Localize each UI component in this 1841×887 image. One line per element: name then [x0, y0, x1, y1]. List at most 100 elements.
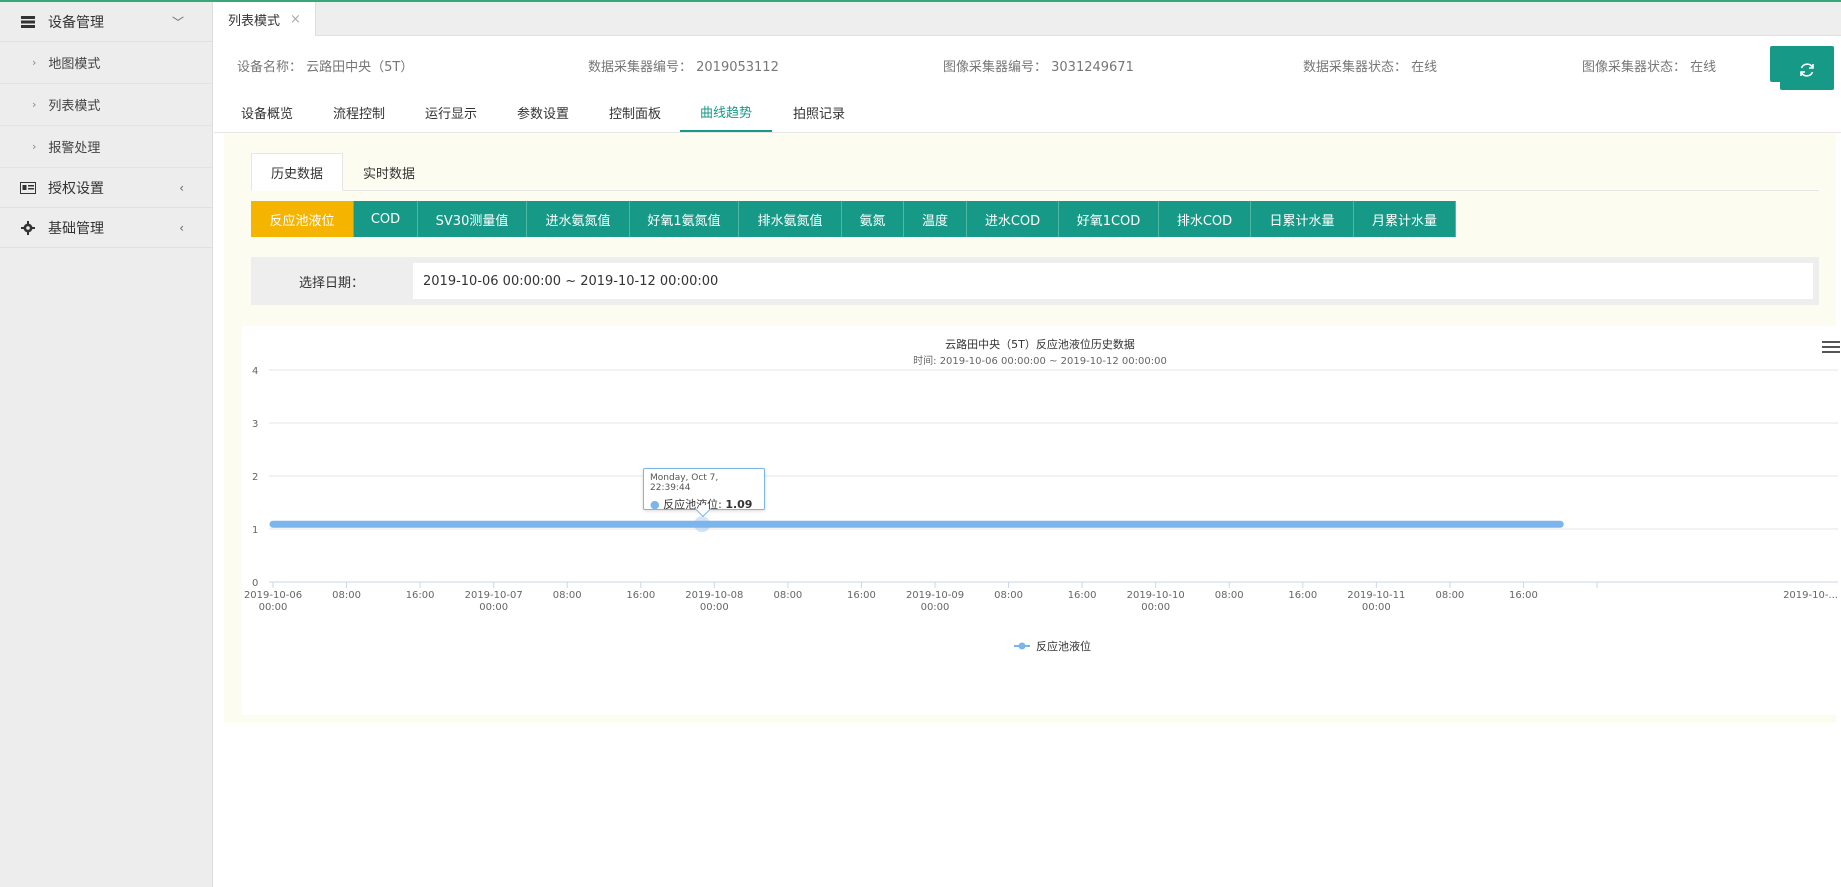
- metric-inlet-cod[interactable]: 进水COD: [967, 201, 1059, 237]
- sidebar: 设备管理 ﹀ › 地图模式 › 列表模式 › 报警处理 授权设置 ‹ 基础管理 …: [0, 2, 213, 887]
- tab-process-control[interactable]: 流程控制: [320, 92, 398, 132]
- metric-sv30[interactable]: SV30测量值: [418, 201, 527, 237]
- close-icon[interactable]: ×: [290, 12, 301, 27]
- sidebar-item-alarm-handling[interactable]: › 报警处理: [0, 126, 212, 168]
- tooltip-time: Monday, Oct 7, 22:39:44: [650, 473, 719, 494]
- sidebar-group-label: 基础管理: [48, 220, 104, 237]
- trend-chart: 云路田中央（5T）反应池液位历史数据 时间: 2019-10-06 00:00:0…: [242, 326, 1840, 715]
- x-tick-label: 16:00: [1288, 590, 1317, 601]
- date-range-input[interactable]: 2019-10-06 00:00:00 ~ 2019-10-12 00:00:0…: [413, 263, 1813, 299]
- device-info-bar: 设备名称： 云路田中央（5T） 数据采集器编号： 2019053112 图像采集…: [214, 36, 1841, 92]
- x-tick-label: 16:00: [1509, 590, 1538, 601]
- metric-monthly-water[interactable]: 月累计水量: [1354, 201, 1456, 237]
- image-collector-id: 图像采集器编号： 3031249671: [943, 60, 1134, 75]
- x-tick-label: 2019-10-11: [1347, 590, 1405, 601]
- subtab-history-data[interactable]: 历史数据: [251, 153, 343, 191]
- sidebar-item-label: 列表模式: [48, 99, 101, 114]
- tab-curve-trend[interactable]: 曲线趋势: [680, 92, 772, 132]
- page-tab-strip: 列表模式 ×: [214, 2, 1841, 36]
- x-tick-label: 08:00: [1435, 590, 1464, 601]
- metric-cod[interactable]: COD: [354, 201, 418, 237]
- metric-inlet-ammonia[interactable]: 进水氨氮值: [527, 201, 630, 237]
- legend-label: 反应池液位: [1036, 639, 1091, 653]
- y-tick-label: 0: [252, 578, 258, 589]
- tab-photo-records[interactable]: 拍照记录: [780, 92, 858, 132]
- series-dot-icon: ●: [650, 498, 660, 512]
- sidebar-item-list-mode[interactable]: › 列表模式: [0, 84, 212, 126]
- highlighted-point: [694, 516, 711, 533]
- refresh-icon: [1798, 61, 1816, 83]
- metric-aerobic1-ammonia[interactable]: 好氧1氨氮值: [630, 201, 739, 237]
- metric-reactor-level[interactable]: 反应池液位: [251, 201, 354, 237]
- data-collector-id: 数据采集器编号： 2019053112: [588, 60, 779, 75]
- tab-overview[interactable]: 设备概览: [228, 92, 306, 132]
- tab-running-display[interactable]: 运行显示: [412, 92, 490, 132]
- x-tick-label: 00:00: [700, 602, 729, 613]
- device-name: 设备名称： 云路田中央（5T）: [237, 60, 414, 75]
- y-tick-label: 4: [252, 366, 258, 377]
- x-tick-label: 08:00: [332, 590, 361, 601]
- sidebar-group-basic-management[interactable]: 基础管理 ‹: [0, 208, 212, 248]
- chart-tooltip: Monday, Oct 7, 22:39:44 ● 反应池液位: 1.09: [643, 468, 765, 518]
- x-tick-label: 2019-10-...: [1783, 590, 1838, 601]
- main-content: 列表模式 × 设备名称： 云路田中央（5T） 数据采集器编号： 20190531…: [214, 2, 1841, 887]
- data-collector-status: 数据采集器状态： 在线: [1303, 60, 1438, 75]
- sidebar-group-device-management[interactable]: 设备管理 ﹀: [0, 2, 212, 42]
- data-subtabs: 历史数据 实时数据: [251, 153, 1819, 191]
- chevron-right-icon: ›: [32, 98, 37, 111]
- sidebar-group-authorization[interactable]: 授权设置 ‹: [0, 168, 212, 208]
- x-tick-label: 00:00: [1362, 602, 1391, 613]
- x-tick-label: 00:00: [259, 602, 288, 613]
- x-tick-label: 16:00: [1068, 590, 1097, 601]
- metric-temperature[interactable]: 温度: [904, 201, 967, 237]
- x-tick-label: 16:00: [406, 590, 435, 601]
- x-tick-label: 2019-10-10: [1127, 590, 1185, 601]
- x-tick-label: 00:00: [479, 602, 508, 613]
- id-card-icon: [20, 181, 36, 195]
- chart-svg: 云路田中央（5T）反应池液位历史数据时间: 2019-10-06 00:00:0…: [244, 337, 1838, 653]
- page-tab-list-mode[interactable]: 列表模式 ×: [214, 2, 316, 36]
- metric-aerobic1-cod[interactable]: 好氧1COD: [1059, 201, 1159, 237]
- x-tick-label: 2019-10-08: [685, 590, 743, 601]
- metric-selector: 反应池液位 COD SV30测量值 进水氨氮值 好氧1氨氮值 排水氨氮值 氨氮 …: [251, 201, 1456, 237]
- metric-daily-water[interactable]: 日累计水量: [1251, 201, 1354, 237]
- server-icon: [20, 15, 36, 29]
- image-collector-status: 图像采集器状态： 在线: [1582, 60, 1717, 75]
- x-tick-label: 16:00: [626, 590, 655, 601]
- tab-control-panel[interactable]: 控制面板: [596, 92, 674, 132]
- y-tick-label: 1: [252, 525, 258, 536]
- tooltip-value: 1.09: [725, 498, 753, 512]
- sidebar-group-label: 设备管理: [48, 14, 104, 31]
- sidebar-group-label: 授权设置: [48, 180, 104, 197]
- y-tick-label: 2: [252, 472, 258, 483]
- chart-menu-icon[interactable]: [1822, 341, 1840, 355]
- chevron-right-icon: ›: [32, 56, 37, 69]
- x-tick-label: 08:00: [1215, 590, 1244, 601]
- x-tick-label: 2019-10-09: [906, 590, 964, 601]
- sidebar-item-map-mode[interactable]: › 地图模式: [0, 42, 212, 84]
- chart-subtitle: 时间: 2019-10-06 00:00:00 ~ 2019-10-12 00:…: [913, 354, 1167, 367]
- refresh-button[interactable]: [1780, 54, 1834, 90]
- x-tick-label: 00:00: [921, 602, 950, 613]
- x-tick-label: 08:00: [994, 590, 1023, 601]
- metric-outlet-ammonia[interactable]: 排水氨氮值: [739, 201, 842, 237]
- subtab-realtime-data[interactable]: 实时数据: [343, 153, 435, 191]
- x-tick-label: 16:00: [847, 590, 876, 601]
- chevron-left-icon: ‹: [179, 220, 184, 235]
- sidebar-item-label: 地图模式: [48, 57, 101, 72]
- x-tick-label: 08:00: [553, 590, 582, 601]
- date-filter: 选择日期： 2019-10-06 00:00:00 ~ 2019-10-12 0…: [251, 257, 1819, 305]
- trend-panel: 历史数据 实时数据 反应池液位 COD SV30测量值 进水氨氮值 好氧1氨氮值…: [224, 133, 1840, 723]
- device-tabs: 设备概览 流程控制 运行显示 参数设置 控制面板 曲线趋势 拍照记录: [214, 92, 1841, 133]
- sidebar-item-label: 报警处理: [48, 141, 101, 156]
- x-tick-label: 2019-10-07: [465, 590, 523, 601]
- date-filter-label: 选择日期：: [299, 275, 365, 291]
- x-tick-label: 08:00: [773, 590, 802, 601]
- chevron-right-icon: ›: [32, 140, 37, 153]
- chevron-left-icon: ‹: [179, 180, 184, 195]
- chevron-down-icon: ﹀: [171, 15, 184, 29]
- legend-marker: [1018, 642, 1026, 650]
- metric-ammonia[interactable]: 氨氮: [842, 201, 904, 237]
- tab-parameter-settings[interactable]: 参数设置: [504, 92, 582, 132]
- metric-outlet-cod[interactable]: 排水COD: [1159, 201, 1251, 237]
